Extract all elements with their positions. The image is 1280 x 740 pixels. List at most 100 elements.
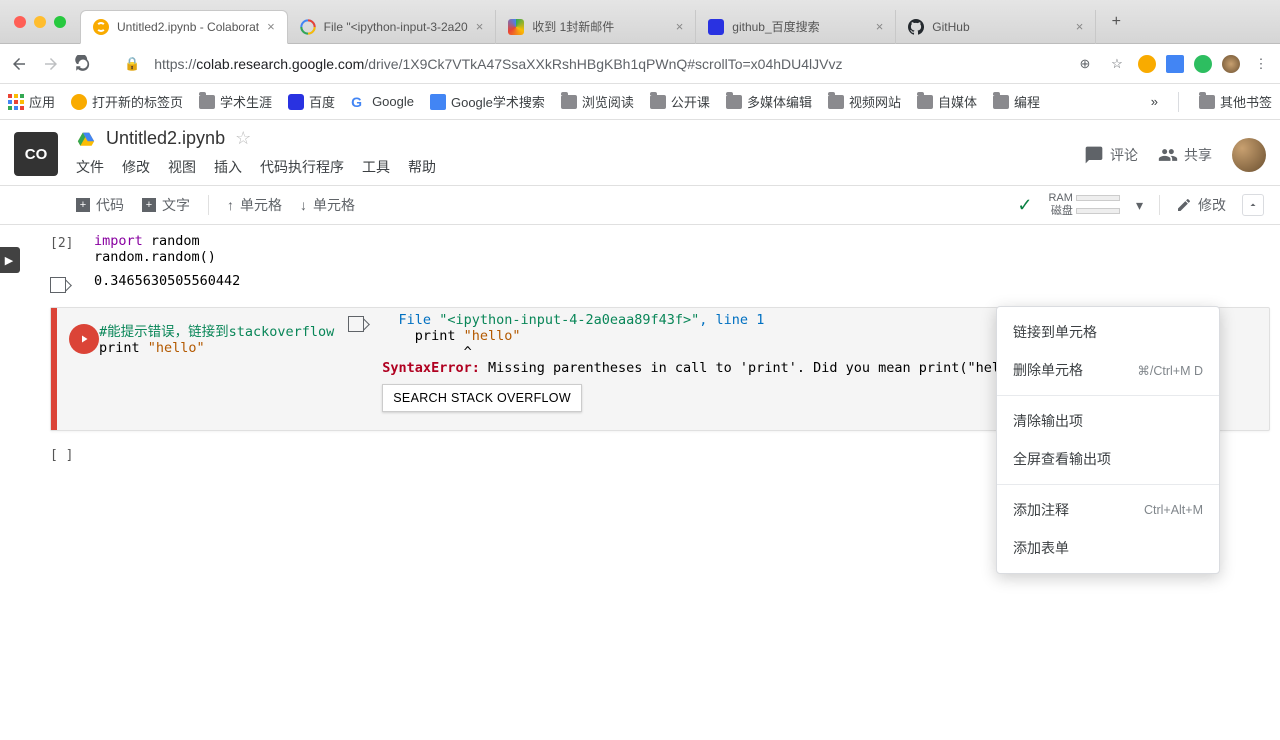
add-text-button[interactable]: +文字 xyxy=(142,195,190,215)
star-icon[interactable]: ☆ xyxy=(235,128,251,149)
share-label: 共享 xyxy=(1184,145,1212,165)
reload-button[interactable] xyxy=(72,53,94,75)
edit-button[interactable]: 修改 xyxy=(1176,195,1226,215)
bookmark-item[interactable]: 学术生涯 xyxy=(199,92,272,111)
user-avatar[interactable] xyxy=(1232,138,1266,172)
bm-label: Google学术搜索 xyxy=(451,92,545,111)
bookmark-item[interactable]: Google学术搜索 xyxy=(430,92,545,111)
ext-icon[interactable] xyxy=(1138,55,1156,73)
move-cell-up-button[interactable]: ↑单元格 xyxy=(227,195,282,215)
move-cell-down-button[interactable]: ↓单元格 xyxy=(300,195,355,215)
browser-tab-strip: Untitled2.ipynb - Colaborat × File "<ipy… xyxy=(0,0,1280,44)
folder-icon xyxy=(828,95,844,109)
close-tab-icon[interactable]: × xyxy=(267,19,275,34)
browser-tab[interactable]: 收到 1封新邮件 × xyxy=(496,10,696,44)
close-tab-icon[interactable]: × xyxy=(476,19,484,34)
close-window-icon[interactable] xyxy=(14,16,26,28)
profile-avatar-icon[interactable] xyxy=(1222,55,1240,73)
notebook-title[interactable]: Untitled2.ipynb xyxy=(106,128,225,149)
bookmark-item[interactable]: 编程 xyxy=(993,92,1040,111)
bookmarks-overflow[interactable]: » xyxy=(1151,94,1158,109)
bookmark-item[interactable]: 多媒体编辑 xyxy=(726,92,812,111)
disk-label: 磁盘 xyxy=(1051,205,1073,217)
browser-tab[interactable]: GitHub × xyxy=(896,10,1096,44)
add-code-button[interactable]: +代码 xyxy=(76,195,124,215)
comment-button[interactable]: 评论 xyxy=(1084,145,1138,165)
cell-output: 0.3465630505560442 xyxy=(50,269,1270,297)
back-button[interactable] xyxy=(8,53,30,75)
bookmark-item[interactable]: 打开新的标签页 xyxy=(71,92,183,111)
label: 单元格 xyxy=(313,195,355,215)
install-app-icon[interactable]: ⊕ xyxy=(1074,53,1096,75)
menu-edit[interactable]: 修改 xyxy=(122,157,150,177)
maximize-window-icon[interactable] xyxy=(54,16,66,28)
resource-indicator[interactable]: RAM 磁盘 xyxy=(1048,192,1120,218)
close-tab-icon[interactable]: × xyxy=(1076,19,1084,34)
bm-label: 打开新的标签页 xyxy=(92,92,183,111)
cell-prompt: [ ] xyxy=(50,448,73,463)
close-tab-icon[interactable]: × xyxy=(876,19,884,34)
bm-label: 应用 xyxy=(29,92,55,111)
ctx-clear-output[interactable]: 清除输出项 xyxy=(997,402,1219,440)
code-editor[interactable]: import random random.random() xyxy=(94,233,1270,265)
bookmark-item[interactable]: GGoogle xyxy=(351,94,414,110)
label: 清除输出项 xyxy=(1013,411,1083,431)
forward-button[interactable] xyxy=(40,53,62,75)
bookmark-item[interactable]: 百度 xyxy=(288,92,335,111)
browser-tab[interactable]: Untitled2.ipynb - Colaborat × xyxy=(80,10,288,44)
shortcut: Ctrl+Alt+M xyxy=(1144,503,1203,517)
bookmark-item[interactable]: 浏览阅读 xyxy=(561,92,634,111)
code-text: "hello" xyxy=(148,340,205,356)
bm-label: 百度 xyxy=(309,92,335,111)
err-text: File xyxy=(382,312,439,328)
colab-logo[interactable]: CO xyxy=(14,132,58,176)
ext-icon[interactable] xyxy=(1166,55,1184,73)
other-bookmarks[interactable]: 其他书签 xyxy=(1199,92,1272,111)
collapse-panel-icon[interactable] xyxy=(1242,194,1264,216)
minimize-window-icon[interactable] xyxy=(34,16,46,28)
ctx-add-form[interactable]: 添加表单 xyxy=(997,529,1219,567)
colab-header: CO Untitled2.ipynb ☆ 文件 修改 视图 插入 代码执行程序 … xyxy=(0,120,1280,185)
close-tab-icon[interactable]: × xyxy=(676,19,684,34)
tab-title: Untitled2.ipynb - Colaborat xyxy=(117,20,259,34)
menu-runtime[interactable]: 代码执行程序 xyxy=(260,157,344,177)
kebab-menu-icon[interactable]: ⋮ xyxy=(1250,53,1272,75)
code-cell[interactable]: [2] import random random.random() xyxy=(50,229,1270,269)
menu-help[interactable]: 帮助 xyxy=(408,157,436,177)
output-icon[interactable] xyxy=(348,316,364,332)
run-cell-button[interactable] xyxy=(69,324,99,354)
url-bar[interactable]: https://colab.research.google.com/drive/… xyxy=(154,56,1064,72)
share-button[interactable]: 共享 xyxy=(1158,145,1212,165)
resource-dropdown-icon[interactable]: ▾ xyxy=(1136,197,1143,214)
menu-tools[interactable]: 工具 xyxy=(362,157,390,177)
browser-tab[interactable]: File "<ipython-input-3-2a20 × xyxy=(288,10,497,44)
tab-title: 收到 1封新邮件 xyxy=(532,18,667,35)
bm-label: 其他书签 xyxy=(1220,92,1272,111)
ctx-delete-cell[interactable]: 删除单元格⌘/Ctrl+M D xyxy=(997,351,1219,389)
google-icon: G xyxy=(351,94,367,110)
browser-tab[interactable]: github_百度搜索 × xyxy=(696,10,896,44)
output-icon[interactable] xyxy=(50,277,66,293)
ctx-add-comment[interactable]: 添加注释Ctrl+Alt+M xyxy=(997,491,1219,529)
menu-file[interactable]: 文件 xyxy=(76,157,104,177)
err-caret: ^ xyxy=(382,344,471,360)
search-stackoverflow-button[interactable]: SEARCH STACK OVERFLOW xyxy=(382,384,582,412)
sidebar-expand-icon[interactable]: ▶ xyxy=(0,247,20,273)
err-text: 1 xyxy=(756,312,764,328)
err-text: "hello" xyxy=(464,328,521,344)
ctx-link-to-cell[interactable]: 链接到单元格 xyxy=(997,313,1219,351)
menu-insert[interactable]: 插入 xyxy=(214,157,242,177)
star-icon[interactable]: ☆ xyxy=(1106,53,1128,75)
code-editor[interactable]: #能提示错误，链接到stackoverflow print "hello" xyxy=(99,320,334,418)
evernote-ext-icon[interactable] xyxy=(1194,55,1212,73)
apps-shortcut[interactable]: 应用 xyxy=(8,92,55,111)
menu-view[interactable]: 视图 xyxy=(168,157,196,177)
new-tab-button[interactable]: + xyxy=(1102,8,1130,36)
bookmark-item[interactable]: 公开课 xyxy=(650,92,710,111)
ctx-fullscreen-output[interactable]: 全屏查看输出项 xyxy=(997,440,1219,478)
bookmark-item[interactable]: 视频网站 xyxy=(828,92,901,111)
github-favicon xyxy=(908,19,924,35)
bookmark-item[interactable]: 自媒体 xyxy=(917,92,977,111)
label: 文字 xyxy=(162,195,190,215)
folder-icon xyxy=(650,95,666,109)
